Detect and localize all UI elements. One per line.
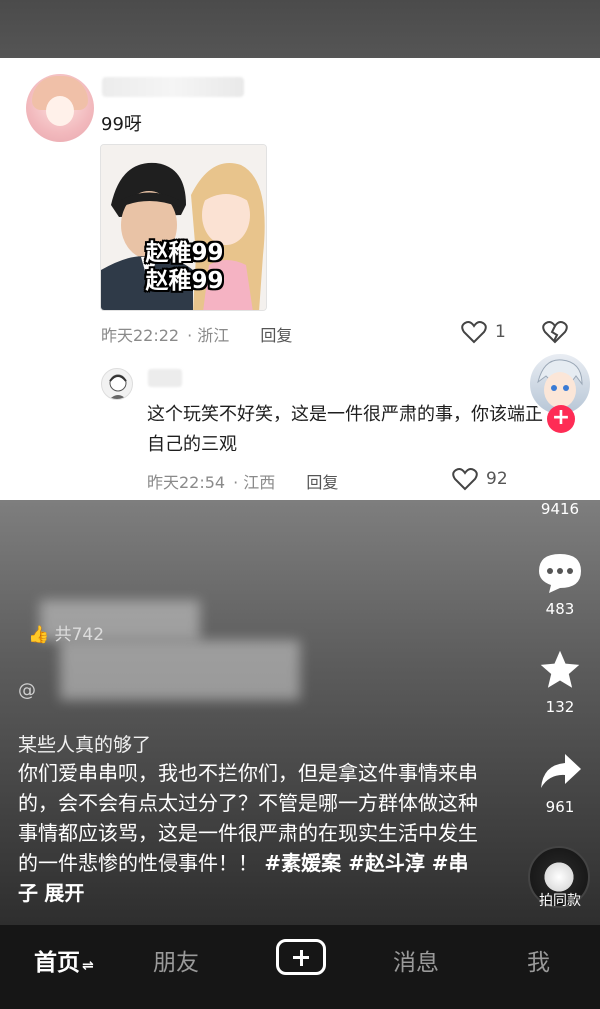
- share-arrow-icon: [541, 754, 581, 788]
- post-caption: 你们爱串串呗，我也不拦你们，但是拿这件事情来串的，会不会有点太过分了？不管是哪一…: [18, 758, 488, 908]
- heart-icon: [539, 455, 581, 491]
- meme-caption-line2: 赵稚99: [145, 268, 224, 294]
- bottom-tabbar: 首页 ⇌ 朋友 消息 我: [0, 925, 600, 1009]
- comment-text: 99呀: [101, 114, 142, 135]
- comment-location: 浙江: [197, 326, 230, 345]
- tab-friends[interactable]: 朋友: [153, 943, 199, 977]
- share-count: 961: [545, 798, 575, 816]
- comment-time: 昨天22:22: [101, 326, 180, 345]
- tab-me[interactable]: 我: [527, 943, 550, 977]
- reply-like-button[interactable]: 92: [452, 467, 508, 491]
- like-action[interactable]: 9416: [528, 452, 592, 518]
- commenter-avatar[interactable]: [26, 74, 94, 142]
- meme-image[interactable]: 赵稚99 赵稚99: [100, 144, 267, 311]
- comment-like-button[interactable]: 1: [461, 320, 506, 344]
- same-style-label[interactable]: 拍同款: [528, 890, 592, 910]
- mention-line[interactable]: @: [18, 680, 36, 701]
- heart-outline-icon: [452, 468, 478, 491]
- thumb-icon: 👍: [28, 625, 50, 645]
- reply-meta: 昨天22:54 · 江西 回复: [147, 473, 339, 492]
- comment-bubble-icon: [539, 554, 581, 593]
- comment-dislike-button[interactable]: [542, 320, 576, 344]
- comment-count: 483: [545, 600, 575, 618]
- reply-like-count: 92: [486, 469, 508, 489]
- reply-name-blurred: [148, 369, 182, 387]
- favorite-count: 132: [545, 698, 575, 716]
- heart-outline-icon: [461, 321, 487, 344]
- follow-plus-button[interactable]: +: [547, 405, 575, 433]
- comment-like-count: 1: [495, 322, 506, 342]
- like-count: 9416: [540, 500, 580, 518]
- reply-time: 昨天22:54: [147, 473, 226, 492]
- comment-meta: 昨天22:22 · 浙江 回复: [101, 326, 293, 345]
- meme-caption-line1: 赵稚99: [145, 240, 224, 266]
- broken-heart-icon: [542, 321, 568, 344]
- expand-button[interactable]: 展开: [44, 881, 84, 905]
- obscured-region: [60, 640, 300, 700]
- commenter-name-blurred: [102, 77, 244, 97]
- share-action[interactable]: 961: [528, 750, 592, 816]
- post-title: 某些人真的够了: [18, 734, 152, 756]
- tab-messages[interactable]: 消息: [393, 943, 439, 977]
- reply-text: 这个玩笑不好笑，这是一件很严肃的事，你该端正自己的三观: [147, 404, 543, 455]
- switch-icon: ⇌: [82, 958, 94, 974]
- comment-action[interactable]: 483: [528, 552, 592, 618]
- status-area: [0, 0, 600, 58]
- favorite-action[interactable]: 132: [528, 648, 592, 716]
- comment-card: 99呀 赵稚99 赵稚99 昨天22:22 · 浙江 回复 1 这个玩笑不好笑，这…: [0, 58, 600, 500]
- tab-home-label: 首页: [34, 950, 80, 976]
- likers-summary[interactable]: 👍 共742: [28, 620, 104, 645]
- tab-home[interactable]: 首页 ⇌: [34, 943, 94, 977]
- create-plus-button[interactable]: [276, 939, 326, 975]
- reply-button-2[interactable]: 回复: [306, 473, 338, 492]
- reply-avatar[interactable]: [101, 368, 133, 400]
- reply-button[interactable]: 回复: [260, 326, 292, 345]
- star-icon: [540, 650, 580, 688]
- reply-location: 江西: [243, 473, 276, 492]
